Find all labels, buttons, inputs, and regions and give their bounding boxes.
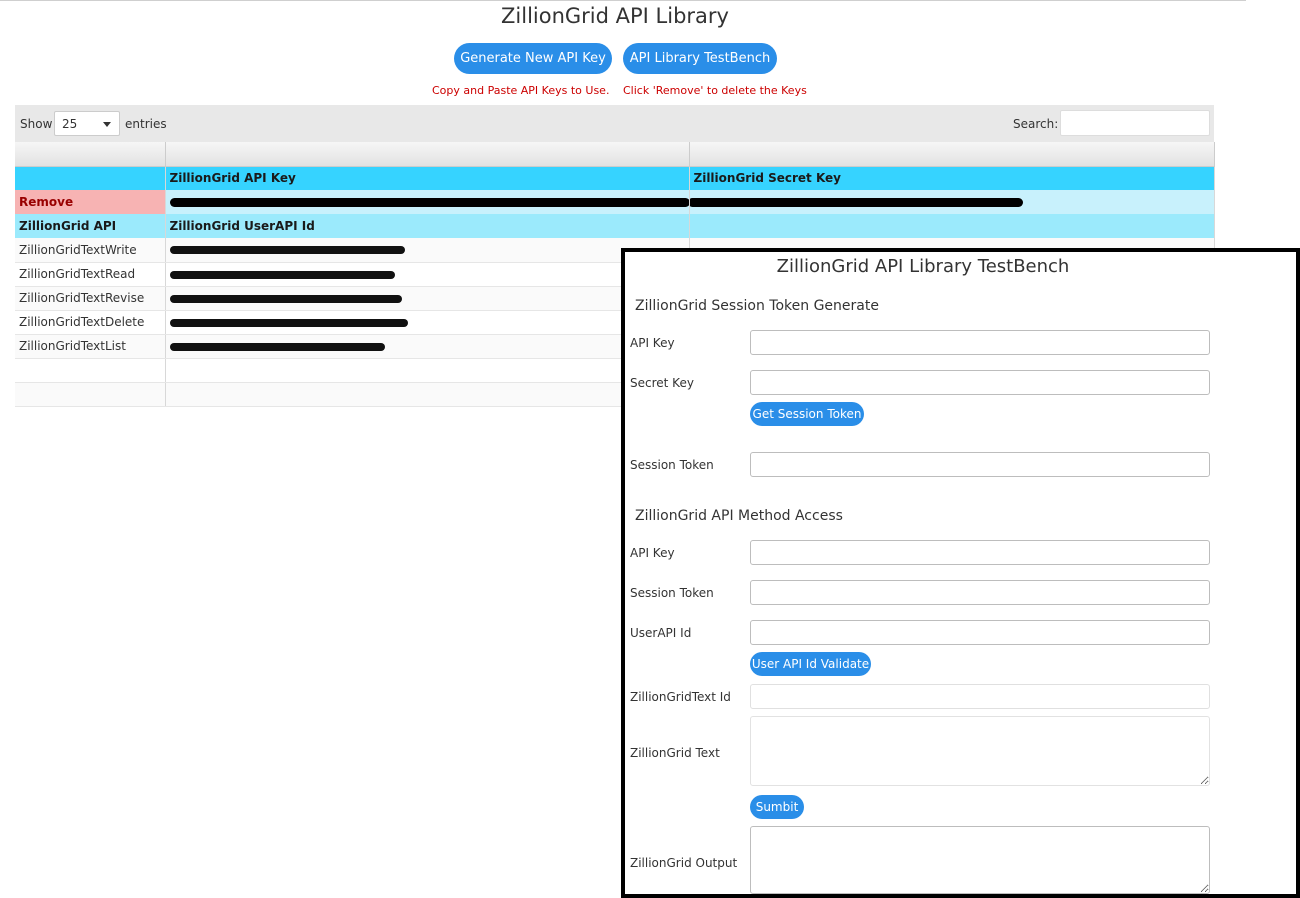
table-cell bbox=[15, 358, 166, 383]
get-session-token-button[interactable]: Get Session Token bbox=[750, 402, 864, 426]
generate-api-key-button[interactable]: Generate New API Key bbox=[454, 43, 612, 74]
method-session-token-label: Session Token bbox=[630, 586, 714, 600]
user-api-id-validate-button[interactable]: User API Id Validate bbox=[750, 652, 871, 676]
redacted-mark bbox=[169, 294, 402, 303]
session-token-section-title: ZillionGrid Session Token Generate bbox=[635, 298, 879, 314]
method-access-section-title: ZillionGrid API Method Access bbox=[635, 508, 843, 524]
userapi-id-cell[interactable] bbox=[165, 238, 690, 263]
remove-button[interactable]: Remove bbox=[15, 190, 166, 214]
userapi-id-label: UserAPI Id bbox=[630, 626, 692, 640]
column-header[interactable] bbox=[15, 142, 166, 167]
show-label: Show bbox=[20, 117, 53, 131]
redacted-mark bbox=[169, 270, 395, 279]
output-textarea[interactable] bbox=[750, 826, 1210, 894]
key-header-row: ZillionGrid API Key ZillionGrid Secret K… bbox=[15, 166, 1215, 190]
method-api-key-label: API Key bbox=[630, 546, 675, 560]
table-controls-bar: Show 25 entries Search: bbox=[15, 105, 1214, 142]
userapi-id-cell[interactable] bbox=[165, 334, 690, 359]
api-key-value[interactable] bbox=[165, 190, 690, 214]
table-cell bbox=[15, 382, 166, 407]
api-library-testbench-button[interactable]: API Library TestBench bbox=[623, 43, 777, 74]
api-key-header: ZillionGrid API Key bbox=[165, 166, 690, 190]
table-cell bbox=[165, 382, 690, 407]
userapi-id-cell[interactable] bbox=[165, 286, 690, 311]
api-name-header: ZillionGrid API bbox=[15, 214, 166, 238]
api-header-blank bbox=[689, 214, 1215, 238]
redacted-mark bbox=[689, 198, 1023, 207]
text-label: ZillionGrid Text bbox=[630, 746, 720, 760]
entries-length-value: 25 bbox=[62, 117, 78, 131]
api-name-cell: ZillionGridTextRevise bbox=[15, 286, 166, 311]
secret-key-header: ZillionGrid Secret Key bbox=[689, 166, 1215, 190]
api-name-cell: ZillionGridTextRead bbox=[15, 262, 166, 287]
api-name-cell: ZillionGridTextList bbox=[15, 334, 166, 359]
text-input[interactable] bbox=[750, 716, 1210, 786]
session-token-label: Session Token bbox=[630, 458, 714, 472]
column-header[interactable] bbox=[165, 142, 690, 167]
api-name-cell: ZillionGridTextDelete bbox=[15, 310, 166, 335]
key-row: Remove bbox=[15, 190, 1215, 214]
copy-keys-notice: Copy and Paste API Keys to Use. bbox=[432, 84, 610, 97]
redacted-mark bbox=[169, 198, 688, 207]
api-header-row: ZillionGrid API ZillionGrid UserAPI Id bbox=[15, 214, 1215, 238]
entries-label: entries bbox=[125, 117, 167, 131]
column-header[interactable] bbox=[689, 142, 1215, 167]
secret-key-value[interactable] bbox=[689, 190, 1215, 214]
output-label: ZillionGrid Output bbox=[630, 856, 738, 870]
key-header-cell bbox=[15, 166, 166, 190]
api-key-input[interactable] bbox=[750, 330, 1210, 355]
remove-keys-notice: Click 'Remove' to delete the Keys bbox=[623, 84, 807, 97]
top-divider bbox=[0, 0, 1246, 1]
session-token-output[interactable] bbox=[750, 452, 1210, 477]
testbench-title: ZillionGrid API Library TestBench bbox=[776, 256, 1070, 277]
chevron-down-icon bbox=[103, 122, 111, 127]
api-key-label: API Key bbox=[630, 336, 675, 350]
userapi-id-input[interactable] bbox=[750, 620, 1210, 645]
redacted-mark bbox=[169, 318, 408, 327]
redacted-mark bbox=[169, 246, 405, 255]
search-label: Search: bbox=[1013, 117, 1059, 131]
table-cell bbox=[165, 358, 690, 383]
userapi-id-header: ZillionGrid UserAPI Id bbox=[165, 214, 690, 238]
table-sort-header bbox=[15, 142, 1215, 167]
secret-key-input[interactable] bbox=[750, 370, 1210, 395]
testbench-panel: ZillionGrid API Library TestBench Zillio… bbox=[621, 248, 1300, 898]
redacted-mark bbox=[169, 342, 385, 351]
method-session-token-input[interactable] bbox=[750, 580, 1210, 605]
search-input[interactable] bbox=[1060, 110, 1210, 136]
text-id-input[interactable] bbox=[750, 684, 1210, 709]
secret-key-label: Secret Key bbox=[630, 376, 694, 390]
userapi-id-cell[interactable] bbox=[165, 310, 690, 335]
submit-button[interactable]: Sumbit bbox=[750, 795, 804, 819]
api-name-cell: ZillionGridTextWrite bbox=[15, 238, 166, 263]
method-api-key-input[interactable] bbox=[750, 540, 1210, 565]
text-id-label: ZillionGridText Id bbox=[630, 690, 731, 704]
page-title: ZillionGrid API Library bbox=[501, 4, 729, 28]
userapi-id-cell[interactable] bbox=[165, 262, 690, 287]
entries-length-select[interactable]: 25 bbox=[54, 111, 120, 136]
